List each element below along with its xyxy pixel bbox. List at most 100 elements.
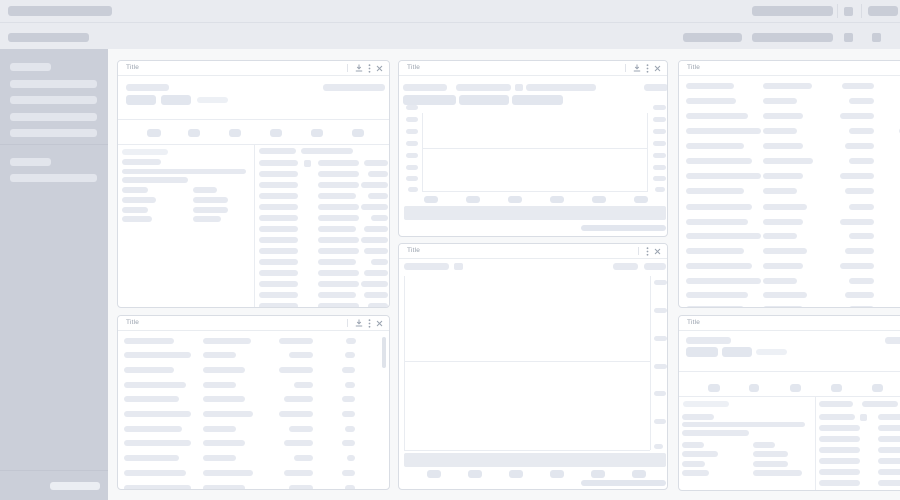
skeleton-placeholder-bar [844,33,853,42]
skeleton-placeholder-bar [849,204,874,210]
skeleton-placeholder-bar [840,219,874,225]
skeleton-placeholder-bar [124,470,186,476]
skeleton-placeholder-bar [550,196,564,203]
skeleton-placeholder-bar [654,364,667,369]
skeleton-placeholder-bar [197,97,228,103]
skeleton-placeholder-bar [10,158,51,166]
skeleton-placeholder-bar [193,197,228,203]
skeleton-placeholder-bar [763,204,807,210]
sidebar-navigation[interactable] [0,49,108,500]
kebab-icon[interactable] [368,318,371,328]
kebab-icon[interactable] [368,63,371,73]
kebab-icon[interactable] [646,246,649,256]
divider [650,276,651,450]
skeleton-placeholder-bar [634,196,648,203]
skeleton-placeholder-bar [361,237,388,243]
skeleton-placeholder-bar [345,426,355,432]
panel-actions [347,316,383,330]
panel-header[interactable]: Title [118,316,389,331]
skeleton-placeholder-bar [454,263,463,270]
panel-title: Title [126,319,140,326]
skeleton-placeholder-bar [229,129,241,137]
skeleton-placeholder-bar [840,263,874,269]
skeleton-placeholder-bar [424,196,438,203]
skeleton-placeholder-bar [655,187,665,192]
skeleton-placeholder-bar [124,485,191,489]
panel-body [118,316,389,489]
skeleton-placeholder-bar [124,352,191,358]
skeleton-placeholder-bar [122,149,168,155]
skeleton-placeholder-bar [371,259,388,265]
skeleton-placeholder-bar [845,188,874,194]
panel-header[interactable]: Title [399,244,667,259]
skeleton-placeholder-bar [868,6,898,16]
skeleton-placeholder-bar [404,206,666,220]
skeleton-placeholder-bar [872,384,883,392]
panel-header[interactable]: Title [118,61,389,76]
panel-header[interactable]: Title [399,61,667,76]
skeleton-placeholder-bar [259,193,298,199]
skeleton-placeholder-bar [722,347,752,357]
panel-title: Title [687,64,701,71]
close-icon[interactable] [654,65,661,72]
skeleton-placeholder-bar [318,292,356,298]
skeleton-placeholder-bar [752,6,833,16]
skeleton-placeholder-bar [686,233,761,239]
skeleton-placeholder-bar [318,259,356,265]
skeleton-placeholder-bar [840,113,874,119]
skeleton-placeholder-bar [763,128,797,134]
skeleton-placeholder-bar [304,160,311,167]
skeleton-placeholder-bar [459,95,509,105]
skeleton-placeholder-bar [763,113,803,119]
skeleton-placeholder-bar [124,367,174,373]
skeleton-placeholder-bar [193,187,217,193]
panel-header[interactable]: Title [679,316,900,331]
skeleton-placeholder-bar [318,303,359,307]
divider [422,191,648,192]
skeleton-placeholder-bar [318,248,359,254]
skeleton-placeholder-bar [318,160,359,166]
skeleton-placeholder-bar [10,129,97,137]
divider [422,113,423,191]
skeleton-placeholder-bar [840,173,874,179]
skeleton-placeholder-bar [752,33,833,42]
skeleton-placeholder-bar [862,401,898,407]
skeleton-placeholder-bar [613,263,638,270]
close-icon[interactable] [376,65,383,72]
skeleton-placeholder-bar [468,470,482,478]
skeleton-placeholder-bar [161,95,191,105]
skeleton-placeholder-bar [289,485,313,489]
skeleton-placeholder-bar [653,165,666,170]
skeleton-placeholder-bar [819,425,860,431]
download-icon[interactable] [355,319,363,327]
skeleton-placeholder-bar [456,84,511,91]
panel-body [679,61,900,307]
skeleton-placeholder-bar [345,485,355,489]
skeleton-placeholder-bar [885,337,900,344]
skeleton-placeholder-bar [124,426,182,432]
kebab-icon[interactable] [646,63,649,73]
skeleton-placeholder-bar [203,485,245,489]
skeleton-placeholder-bar [763,158,813,164]
skeleton-placeholder-bar [318,215,359,221]
close-icon[interactable] [376,320,383,327]
skeleton-placeholder-bar [581,225,666,231]
skeleton-placeholder-bar [406,165,418,170]
skeleton-placeholder-bar [708,384,720,392]
panel-title: Title [407,247,421,254]
skeleton-placeholder-bar [259,148,296,154]
skeleton-placeholder-bar [289,352,313,358]
skeleton-placeholder-bar [644,84,667,91]
skeleton-placeholder-bar [364,292,388,298]
download-icon[interactable] [355,64,363,72]
panel-header[interactable]: Title [679,61,900,76]
close-icon[interactable] [654,248,661,255]
divider [118,119,389,120]
skeleton-placeholder-bar [318,226,356,232]
skeleton-placeholder-bar [364,160,388,166]
skeleton-placeholder-bar [403,95,456,105]
divider [679,396,900,397]
skeleton-placeholder-bar [368,193,388,199]
skeleton-placeholder-bar [371,215,388,221]
download-icon[interactable] [633,64,641,72]
